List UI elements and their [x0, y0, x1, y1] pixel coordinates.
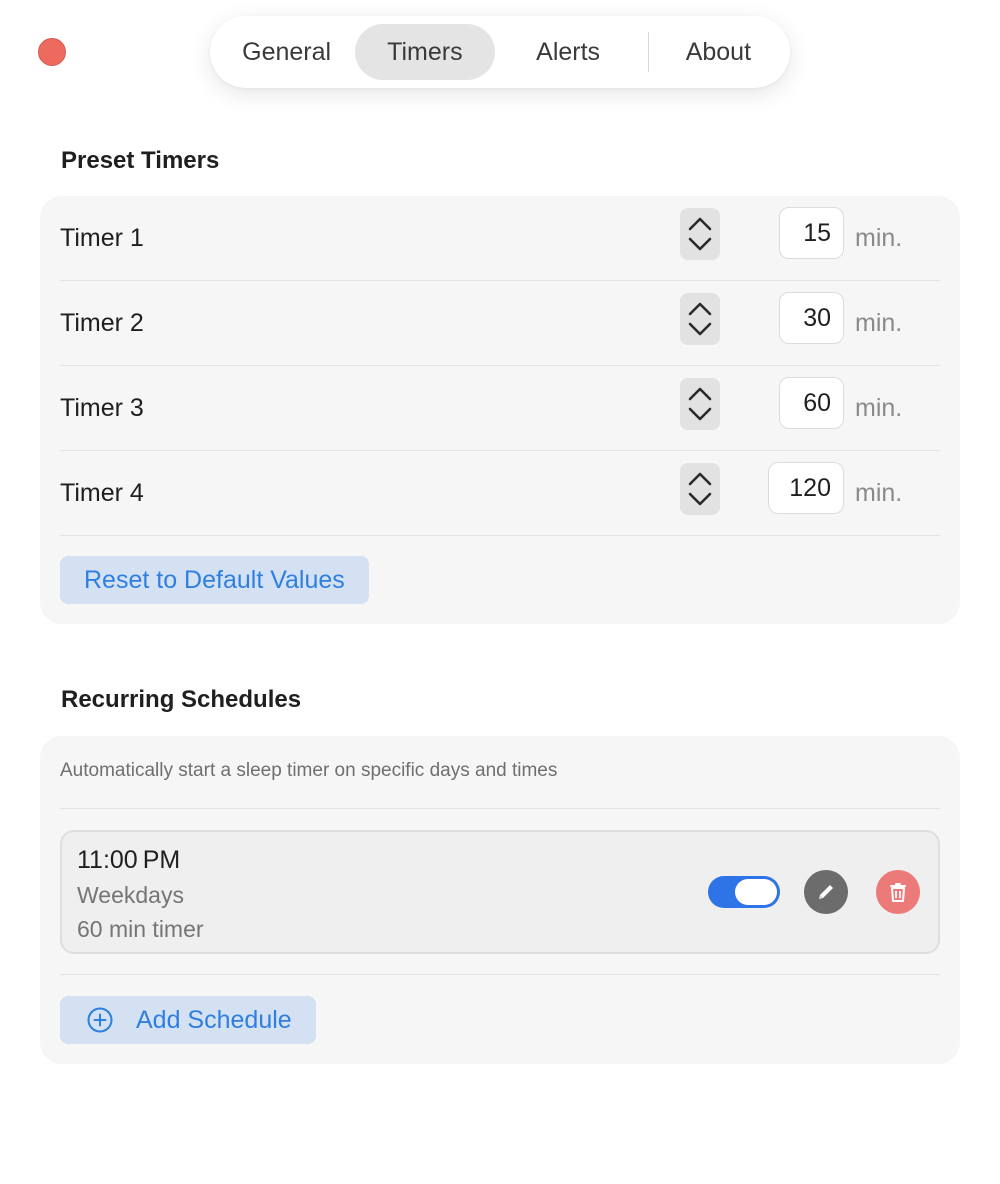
chevron-down-icon[interactable]	[687, 234, 713, 254]
add-schedule-button[interactable]: Add Schedule	[60, 996, 316, 1044]
recurring-schedules-card: Automatically start a sleep timer on spe…	[40, 736, 960, 1064]
timer-unit: min.	[855, 308, 903, 337]
timer-unit: min.	[855, 393, 903, 422]
chevron-up-icon[interactable]	[687, 214, 713, 234]
chevron-up-icon[interactable]	[687, 469, 713, 489]
edit-schedule-button[interactable]	[804, 870, 848, 914]
divider	[60, 974, 940, 975]
chevron-down-icon[interactable]	[687, 489, 713, 509]
tab-divider	[647, 32, 649, 72]
pencil-icon	[819, 885, 833, 899]
tab-alerts[interactable]: Alerts	[495, 24, 642, 80]
tab-general[interactable]: General	[218, 24, 355, 80]
timer-unit: min.	[855, 223, 903, 252]
timer-4-stepper[interactable]	[680, 463, 720, 515]
timer-unit: min.	[855, 478, 903, 507]
schedule-enabled-toggle[interactable]	[708, 876, 780, 908]
tab-about[interactable]: About	[655, 24, 782, 80]
tab-bar: General Timers Alerts About	[210, 16, 790, 88]
close-window-button[interactable]	[38, 38, 66, 66]
timer-label: Timer 4	[60, 478, 144, 507]
add-schedule-label: Add Schedule	[136, 1005, 292, 1034]
timer-row-4: Timer 4 120 min.	[60, 451, 940, 536]
toggle-knob	[735, 879, 777, 905]
divider	[60, 808, 940, 809]
timer-3-minutes-field[interactable]: 60	[779, 377, 844, 429]
timer-1-minutes-field[interactable]: 15	[779, 207, 844, 259]
schedule-time: 11:00 PM	[77, 846, 181, 874]
timer-label: Timer 3	[60, 393, 144, 422]
chevron-up-icon[interactable]	[687, 299, 713, 319]
preset-timers-card: Timer 1 15 min. Timer 2 30 min. Timer 3 …	[40, 196, 960, 624]
timer-1-stepper[interactable]	[680, 208, 720, 260]
timer-3-stepper[interactable]	[680, 378, 720, 430]
timer-row-3: Timer 3 60 min.	[60, 366, 940, 451]
recurring-description: Automatically start a sleep timer on spe…	[60, 760, 558, 781]
tab-timers[interactable]: Timers	[355, 24, 495, 80]
recurring-schedules-title: Recurring Schedules	[61, 686, 302, 713]
preset-timers-title: Preset Timers	[61, 147, 220, 174]
timer-row-2: Timer 2 30 min.	[60, 281, 940, 366]
timer-label: Timer 2	[60, 308, 144, 337]
schedule-duration: 60 min timer	[77, 916, 204, 942]
plus-circle-icon	[87, 1007, 113, 1033]
timer-2-stepper[interactable]	[680, 293, 720, 345]
reset-defaults-button[interactable]: Reset to Default Values	[60, 556, 369, 604]
delete-schedule-button[interactable]	[876, 870, 920, 914]
chevron-down-icon[interactable]	[687, 404, 713, 424]
schedule-days: Weekdays	[77, 882, 184, 908]
timer-label: Timer 1	[60, 223, 144, 252]
timer-4-minutes-field[interactable]: 120	[768, 462, 844, 514]
chevron-up-icon[interactable]	[687, 384, 713, 404]
trash-icon	[890, 883, 906, 902]
timer-2-minutes-field[interactable]: 30	[779, 292, 844, 344]
chevron-down-icon[interactable]	[687, 319, 713, 339]
schedule-item: 11:00 PM Weekdays 60 min timer	[60, 830, 940, 954]
timer-row-1: Timer 1 15 min.	[60, 196, 940, 281]
